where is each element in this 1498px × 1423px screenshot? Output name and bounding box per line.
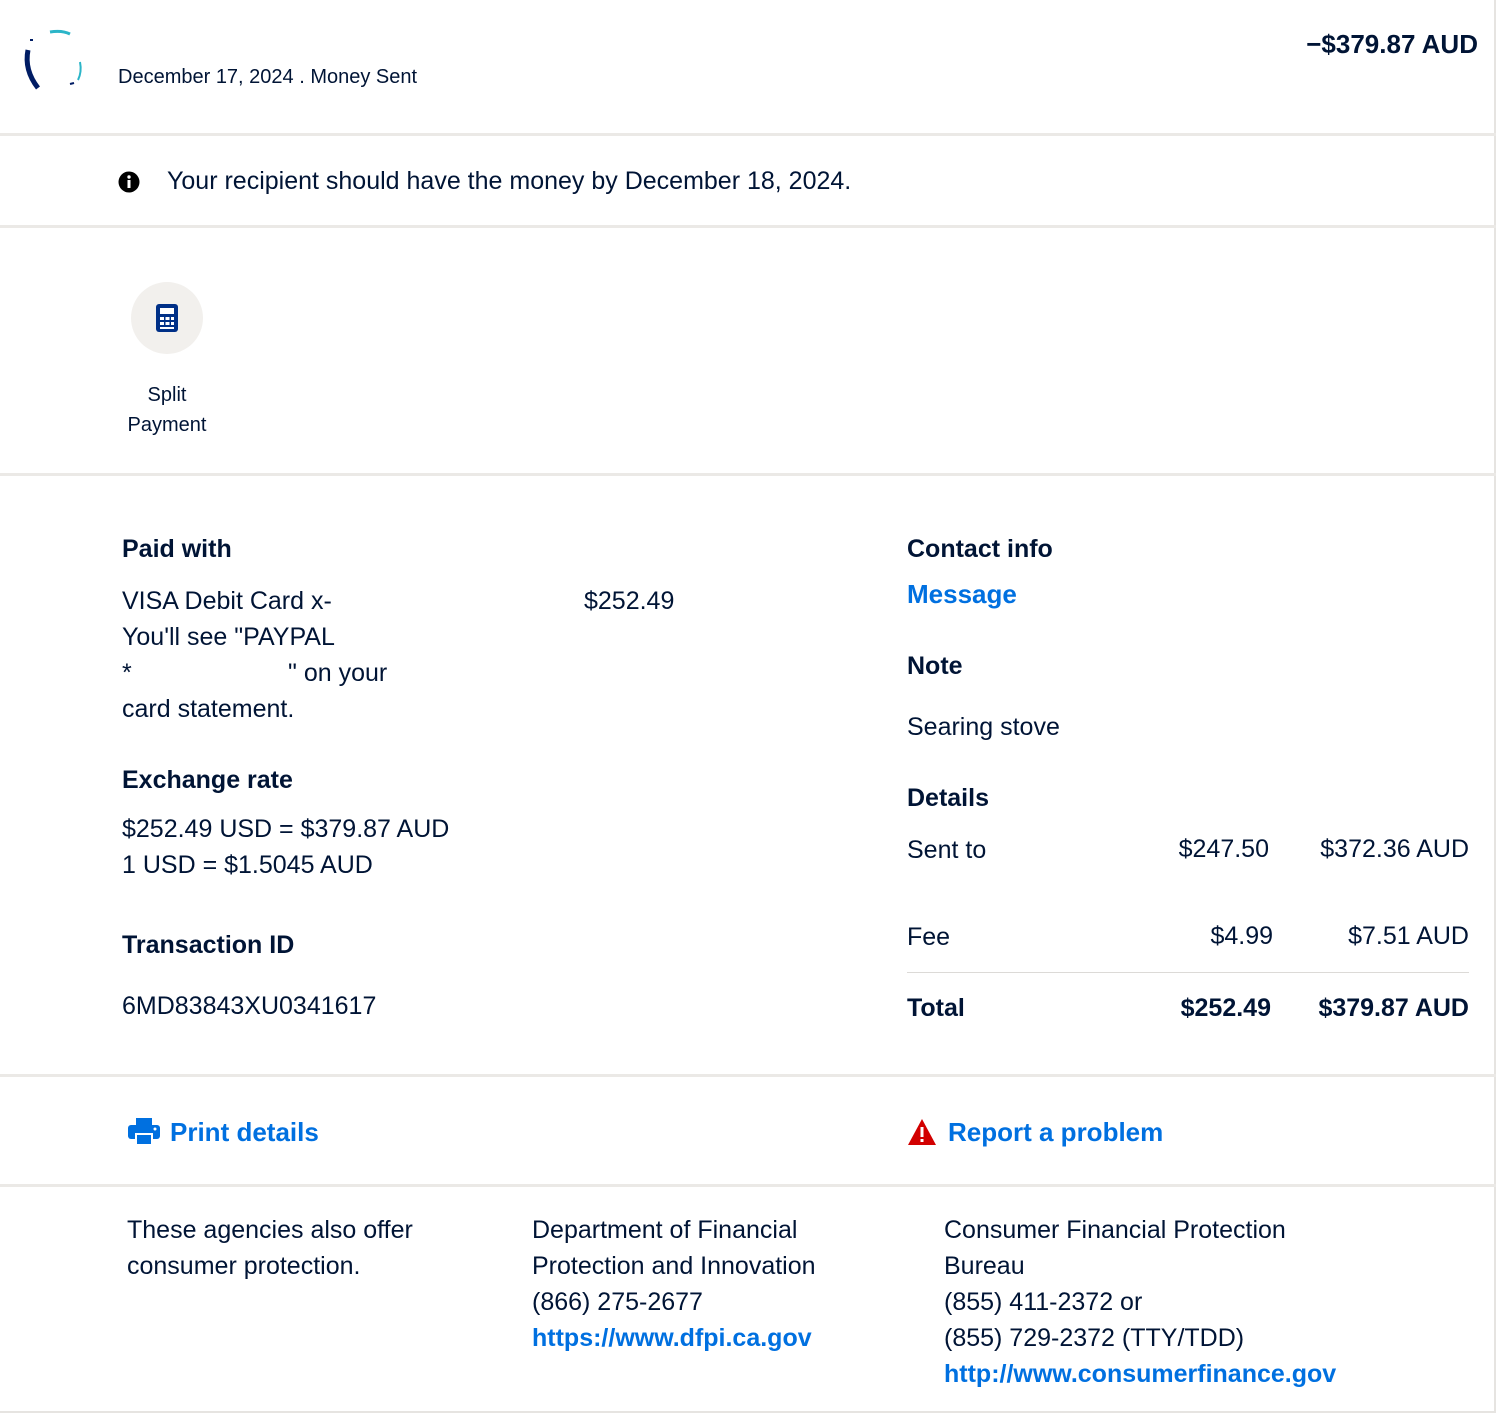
cfpb-phone2: (855) 729-2372 (TTY/TDD) [944, 1324, 1245, 1352]
statement-descriptor-end: " on your [288, 659, 388, 687]
cfpb-phone1: (855) 411-2372 or [944, 1288, 1143, 1316]
note-text: Searing stove [907, 713, 1060, 741]
paid-with-heading: Paid with [122, 535, 232, 563]
details-divider [907, 972, 1469, 973]
divider [0, 473, 1496, 476]
warning-icon[interactable] [907, 1118, 937, 1146]
print-details-link[interactable]: Print details [170, 1117, 319, 1148]
exchange-rate-heading: Exchange rate [122, 766, 293, 794]
divider [0, 1184, 1496, 1187]
statement-descriptor-start: * [122, 659, 132, 687]
message-link[interactable]: Message [907, 579, 1017, 610]
contact-info-heading: Contact info [907, 535, 1053, 563]
payment-method-line: VISA Debit Card x- [122, 587, 332, 615]
details-row-label: Sent to [907, 836, 987, 864]
transaction-id: 6MD83843XU0341617 [122, 992, 377, 1020]
statement-line: You'll see "PAYPAL [122, 623, 335, 651]
exchange-rate-conversion: $252.49 USD = $379.87 AUD [122, 815, 450, 843]
total-usd: $252.49 [1180, 994, 1271, 1022]
dfpi-name-line1: Department of Financial [532, 1216, 798, 1244]
transaction-id-heading: Transaction ID [122, 931, 295, 959]
split-payment-label-line2: Payment [127, 414, 207, 436]
cfpb-name-line1: Consumer Financial Protection [944, 1216, 1286, 1244]
transaction-date-type: December 17, 2024 . Money Sent [118, 66, 418, 88]
divider [0, 1074, 1496, 1077]
cfpb-name-line2: Bureau [944, 1252, 1025, 1280]
divider [0, 133, 1496, 136]
details-heading: Details [907, 784, 989, 812]
details-row-label: Fee [907, 923, 951, 951]
paid-amount: $252.49 [584, 587, 675, 615]
footer-intro-line2: consumer protection. [127, 1252, 361, 1280]
statement-line-end: card statement. [122, 695, 295, 723]
split-payment-label[interactable]: Split Payment [107, 380, 227, 440]
details-row-usd: $247.50 [1178, 835, 1269, 863]
calculator-icon [156, 304, 178, 332]
details-row-aud: $372.36 AUD [1320, 835, 1469, 863]
exchange-rate-value: 1 USD = $1.5045 AUD [122, 851, 373, 879]
info-icon [118, 171, 140, 193]
transaction-amount: −$379.87 AUD [1306, 29, 1478, 59]
split-payment-label-line1: Split [147, 384, 187, 406]
dfpi-phone: (866) 275-2677 [532, 1288, 703, 1316]
printer-icon[interactable] [128, 1118, 160, 1146]
report-problem-link[interactable]: Report a problem [948, 1117, 1163, 1148]
total-label: Total [907, 994, 965, 1022]
dfpi-name-line2: Protection and Innovation [532, 1252, 816, 1280]
details-row-usd: $4.99 [1210, 922, 1273, 950]
details-row-aud: $7.51 AUD [1348, 922, 1469, 950]
dfpi-url-link[interactable]: https://www.dfpi.ca.gov [532, 1324, 812, 1353]
split-payment-button[interactable] [131, 282, 203, 354]
cfpb-url-link[interactable]: http://www.consumerfinance.gov [944, 1360, 1336, 1389]
delivery-estimate: Your recipient should have the money by … [167, 167, 852, 195]
note-heading: Note [907, 652, 963, 680]
total-aud: $379.87 AUD [1318, 994, 1469, 1022]
divider [0, 225, 1496, 228]
footer-intro-line1: These agencies also offer [127, 1216, 413, 1244]
avatar [24, 29, 82, 90]
